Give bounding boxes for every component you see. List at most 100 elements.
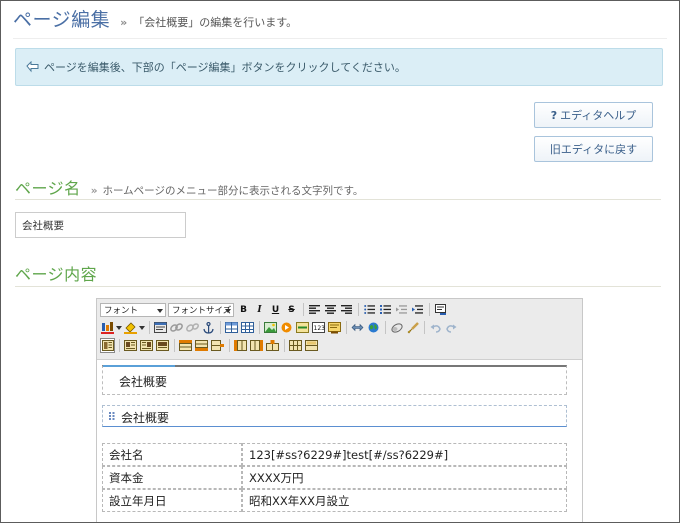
undo-icon[interactable] bbox=[428, 320, 443, 335]
eraser-icon[interactable] bbox=[389, 320, 404, 335]
page-title: ページ編集 bbox=[13, 9, 111, 31]
old-editor-button[interactable]: 旧エディタに戻す bbox=[534, 136, 653, 162]
delete-col-icon[interactable] bbox=[265, 338, 280, 353]
editor-content-area[interactable]: 会社概要 会社概要 会社名 123[#ss?6229#]test[#/ss?62… bbox=[97, 360, 582, 522]
company-info-table: 会社名 123[#ss?6229#]test[#/ss?6229#] 資本金 X… bbox=[102, 443, 567, 512]
raquo-icon: » bbox=[120, 16, 128, 29]
toolbar-separator bbox=[385, 321, 386, 334]
app-window: ページ編集 » 「会社概要」の編集を行います。 ページを編集後、下部の「ページ編集… bbox=[0, 0, 680, 523]
rich-text-editor: フォント フォントサイズ B I U S 123 会社概要 会社概要 会社名 1… bbox=[96, 298, 583, 522]
toolbar-separator bbox=[220, 321, 221, 334]
toolbar-separator bbox=[284, 339, 285, 352]
info-message-text: ページを編集後、下部の「ページ編集」ボタンをクリックしてください。 bbox=[44, 61, 406, 74]
page-content-heading: ページ内容 bbox=[15, 261, 97, 285]
page-subtitle-text: 「会社概要」の編集を行います。 bbox=[133, 16, 298, 29]
source-code-icon[interactable] bbox=[153, 320, 168, 335]
question-icon: ? bbox=[550, 108, 558, 122]
anchor-icon[interactable] bbox=[201, 320, 216, 335]
background-color-icon[interactable] bbox=[123, 320, 138, 335]
underline-button[interactable]: U bbox=[268, 302, 283, 317]
editor-help-button[interactable]: ? エディタヘルプ bbox=[534, 102, 653, 128]
bold-button[interactable]: B bbox=[236, 302, 251, 317]
chevron-down-icon bbox=[225, 308, 231, 313]
toolbar-separator bbox=[259, 321, 260, 334]
heading-block[interactable]: 会社概要 bbox=[102, 365, 567, 395]
svg-text:123: 123 bbox=[314, 325, 326, 332]
table-row: 資本金 XXXX万円 bbox=[102, 466, 567, 489]
template-b-icon[interactable] bbox=[139, 338, 154, 353]
table-cell-value[interactable]: XXXX万円 bbox=[242, 466, 567, 489]
redo-icon[interactable] bbox=[444, 320, 459, 335]
chevron-down-icon[interactable] bbox=[139, 320, 145, 335]
editor-help-label: エディタヘルプ bbox=[560, 109, 637, 122]
table-icon[interactable] bbox=[224, 320, 239, 335]
heading-block-text: 会社概要 bbox=[119, 375, 168, 389]
toolbar-separator bbox=[149, 321, 150, 334]
media-icon[interactable] bbox=[279, 320, 294, 335]
insert-col-after-icon[interactable] bbox=[249, 338, 264, 353]
old-editor-label: 旧エディタに戻す bbox=[549, 143, 638, 156]
page-name-description: » ホームページのメニュー部分に表示される文字列です。 bbox=[91, 183, 364, 198]
page-subtitle: » 「会社概要」の編集を行います。 bbox=[120, 14, 297, 30]
globe-icon[interactable] bbox=[366, 320, 381, 335]
template-a-icon[interactable] bbox=[123, 338, 138, 353]
table-row: 会社名 123[#ss?6229#]test[#/ss?6229#] bbox=[102, 443, 567, 466]
table-cell-key[interactable]: 資本金 bbox=[102, 466, 242, 489]
page-name-heading: ページ名 » ホームページのメニュー部分に表示される文字列です。 bbox=[15, 175, 363, 199]
subheading-block-text: 会社概要 bbox=[121, 411, 170, 425]
section-divider bbox=[15, 199, 661, 200]
toolbar-row-3 bbox=[100, 337, 580, 354]
text-color-icon[interactable] bbox=[100, 320, 115, 335]
split-cell-icon[interactable] bbox=[288, 338, 303, 353]
template-icon[interactable] bbox=[327, 320, 342, 335]
page-name-title: ページ名 bbox=[15, 179, 81, 198]
pointing-hand-icon bbox=[26, 61, 40, 73]
editor-toolbar: フォント フォントサイズ B I U S 123 bbox=[97, 299, 582, 360]
chevron-down-icon bbox=[157, 308, 163, 313]
template-c-icon[interactable] bbox=[155, 338, 170, 353]
insert-row-before-icon[interactable] bbox=[178, 338, 193, 353]
align-center-icon[interactable] bbox=[323, 302, 338, 317]
align-right-icon[interactable] bbox=[339, 302, 354, 317]
strikethrough-button[interactable]: S bbox=[284, 302, 299, 317]
grip-icon bbox=[109, 412, 115, 420]
bullet-list-icon[interactable] bbox=[362, 302, 377, 317]
layout-icon[interactable] bbox=[100, 338, 115, 353]
image-icon[interactable] bbox=[263, 320, 278, 335]
paintbrush-icon[interactable] bbox=[405, 320, 420, 335]
toolbar-separator bbox=[429, 303, 430, 316]
align-left-icon[interactable] bbox=[307, 302, 322, 317]
table-cell-key[interactable]: 設立年月日 bbox=[102, 489, 242, 512]
insert-col-before-icon[interactable] bbox=[233, 338, 248, 353]
font-size-select[interactable]: フォントサイズ bbox=[168, 302, 234, 317]
page-header: ページ編集 » 「会社概要」の編集を行います。 bbox=[13, 5, 297, 37]
delete-row-icon[interactable] bbox=[210, 338, 225, 353]
unlink-icon[interactable] bbox=[185, 320, 200, 335]
font-select[interactable]: フォント bbox=[100, 302, 166, 317]
indent-icon[interactable] bbox=[410, 302, 425, 317]
table-cell-value[interactable]: 昭和XX年XX月設立 bbox=[242, 489, 567, 512]
insert-row-after-icon[interactable] bbox=[194, 338, 209, 353]
toolbar-separator bbox=[303, 303, 304, 316]
outdent-icon[interactable] bbox=[394, 302, 409, 317]
numbered-list-icon[interactable] bbox=[378, 302, 393, 317]
table-properties-icon[interactable] bbox=[240, 320, 255, 335]
table-cell-value[interactable]: 123[#ss?6229#]test[#/ss?6229#] bbox=[242, 443, 567, 466]
merge-cell-icon[interactable] bbox=[304, 338, 319, 353]
show-blocks-icon[interactable] bbox=[350, 320, 365, 335]
link-icon[interactable] bbox=[169, 320, 184, 335]
page-name-input[interactable] bbox=[15, 212, 186, 238]
toolbar-separator bbox=[174, 339, 175, 352]
subheading-block[interactable]: 会社概要 bbox=[102, 405, 567, 427]
horizontal-rule-icon[interactable] bbox=[295, 320, 310, 335]
header-divider bbox=[13, 38, 667, 39]
toolbar-separator bbox=[424, 321, 425, 334]
italic-button[interactable]: I bbox=[252, 302, 267, 317]
toolbar-separator bbox=[119, 339, 120, 352]
toolbar-separator bbox=[346, 321, 347, 334]
toolbar-row-2: 123 bbox=[100, 319, 580, 336]
table-cell-key[interactable]: 会社名 bbox=[102, 443, 242, 466]
paste-text-icon[interactable] bbox=[433, 302, 448, 317]
special-char-icon[interactable]: 123 bbox=[311, 320, 326, 335]
chevron-down-icon[interactable] bbox=[116, 320, 122, 335]
